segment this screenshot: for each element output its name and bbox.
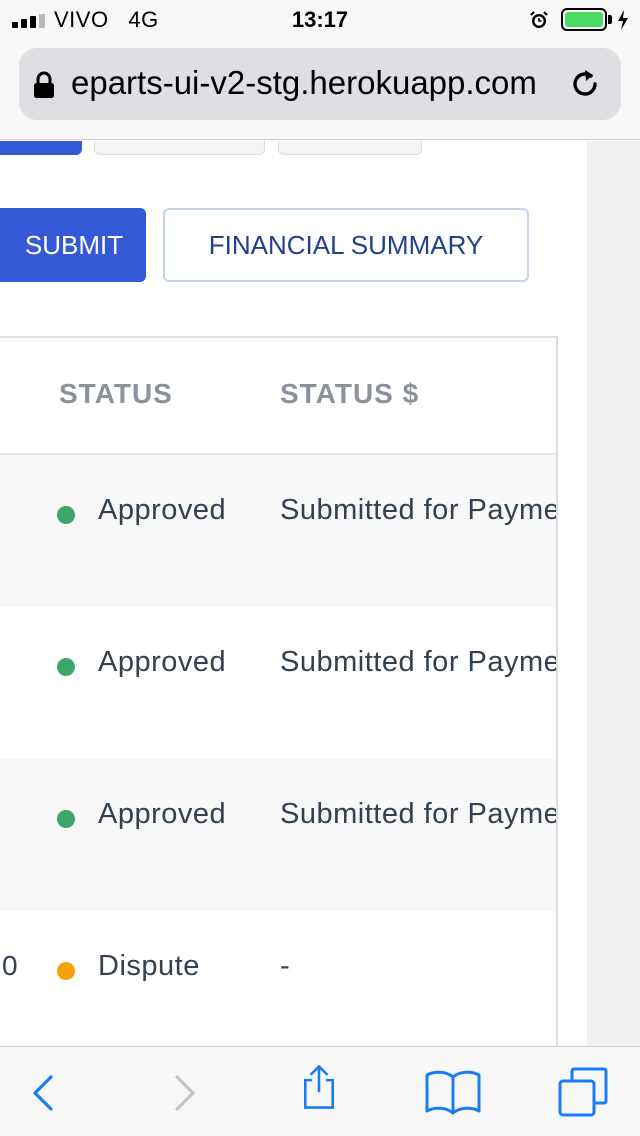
table-row[interactable]: Approved Submitted for Payment bbox=[0, 455, 556, 607]
status-cell: Approved bbox=[98, 646, 227, 678]
row-prev-cell: 0 bbox=[2, 950, 18, 981]
table-header: STATUS STATUS $ bbox=[0, 338, 556, 455]
table-row[interactable]: Approved Submitted for Payment bbox=[0, 607, 556, 759]
tabs-icon[interactable] bbox=[556, 1065, 610, 1119]
tab-active[interactable] bbox=[0, 141, 82, 155]
status-payment-cell: Submitted for Payment bbox=[280, 646, 558, 678]
status-dot-icon bbox=[57, 506, 75, 524]
battery-icon bbox=[561, 8, 607, 31]
charging-icon bbox=[618, 10, 628, 30]
forward-icon[interactable] bbox=[160, 1069, 208, 1117]
status-cell: Dispute bbox=[98, 950, 200, 982]
table-row[interactable]: Approved Submitted for Payment bbox=[0, 759, 556, 911]
bookmarks-icon[interactable] bbox=[424, 1067, 482, 1115]
status-dot-icon bbox=[57, 962, 75, 980]
column-header-status-payment[interactable]: STATUS $ bbox=[280, 378, 419, 410]
battery-tip bbox=[608, 15, 612, 24]
alarm-icon bbox=[530, 11, 548, 28]
status-cell: Approved bbox=[98, 798, 227, 830]
status-payment-cell: Submitted for Payment bbox=[280, 494, 558, 526]
reload-icon[interactable] bbox=[567, 66, 603, 102]
back-icon[interactable] bbox=[20, 1069, 68, 1117]
column-header-status[interactable]: STATUS bbox=[59, 378, 173, 410]
table-row[interactable]: 0 Dispute - bbox=[0, 911, 556, 1046]
submit-button[interactable]: SUBMIT bbox=[0, 208, 146, 282]
financial-summary-button[interactable]: FINANCIAL SUMMARY bbox=[163, 208, 529, 282]
status-payment-cell: - bbox=[280, 950, 291, 982]
address-bar[interactable]: eparts-ui-v2-stg.herokuapp.com bbox=[19, 48, 621, 120]
status-dot-icon bbox=[57, 810, 75, 828]
data-table: STATUS STATUS $ Approved Submitted for P… bbox=[0, 336, 558, 1046]
browser-chrome: eparts-ui-v2-stg.herokuapp.com bbox=[0, 40, 640, 140]
lock-icon bbox=[34, 71, 54, 98]
tab-secondary-2[interactable] bbox=[278, 141, 422, 155]
status-bar: VIVO 4G 13:17 bbox=[0, 0, 640, 40]
status-payment-cell: Submitted for Payment bbox=[280, 798, 558, 830]
status-dot-icon bbox=[57, 658, 75, 676]
page-scroll-gutter[interactable] bbox=[587, 141, 640, 1046]
url-text[interactable]: eparts-ui-v2-stg.herokuapp.com bbox=[71, 64, 551, 102]
status-cell: Approved bbox=[98, 494, 227, 526]
page-content: SUBMIT FINANCIAL SUMMARY STATUS STATUS $… bbox=[0, 141, 640, 1046]
tab-secondary-1[interactable] bbox=[94, 141, 265, 155]
browser-toolbar bbox=[0, 1046, 640, 1136]
share-icon[interactable] bbox=[295, 1063, 343, 1111]
